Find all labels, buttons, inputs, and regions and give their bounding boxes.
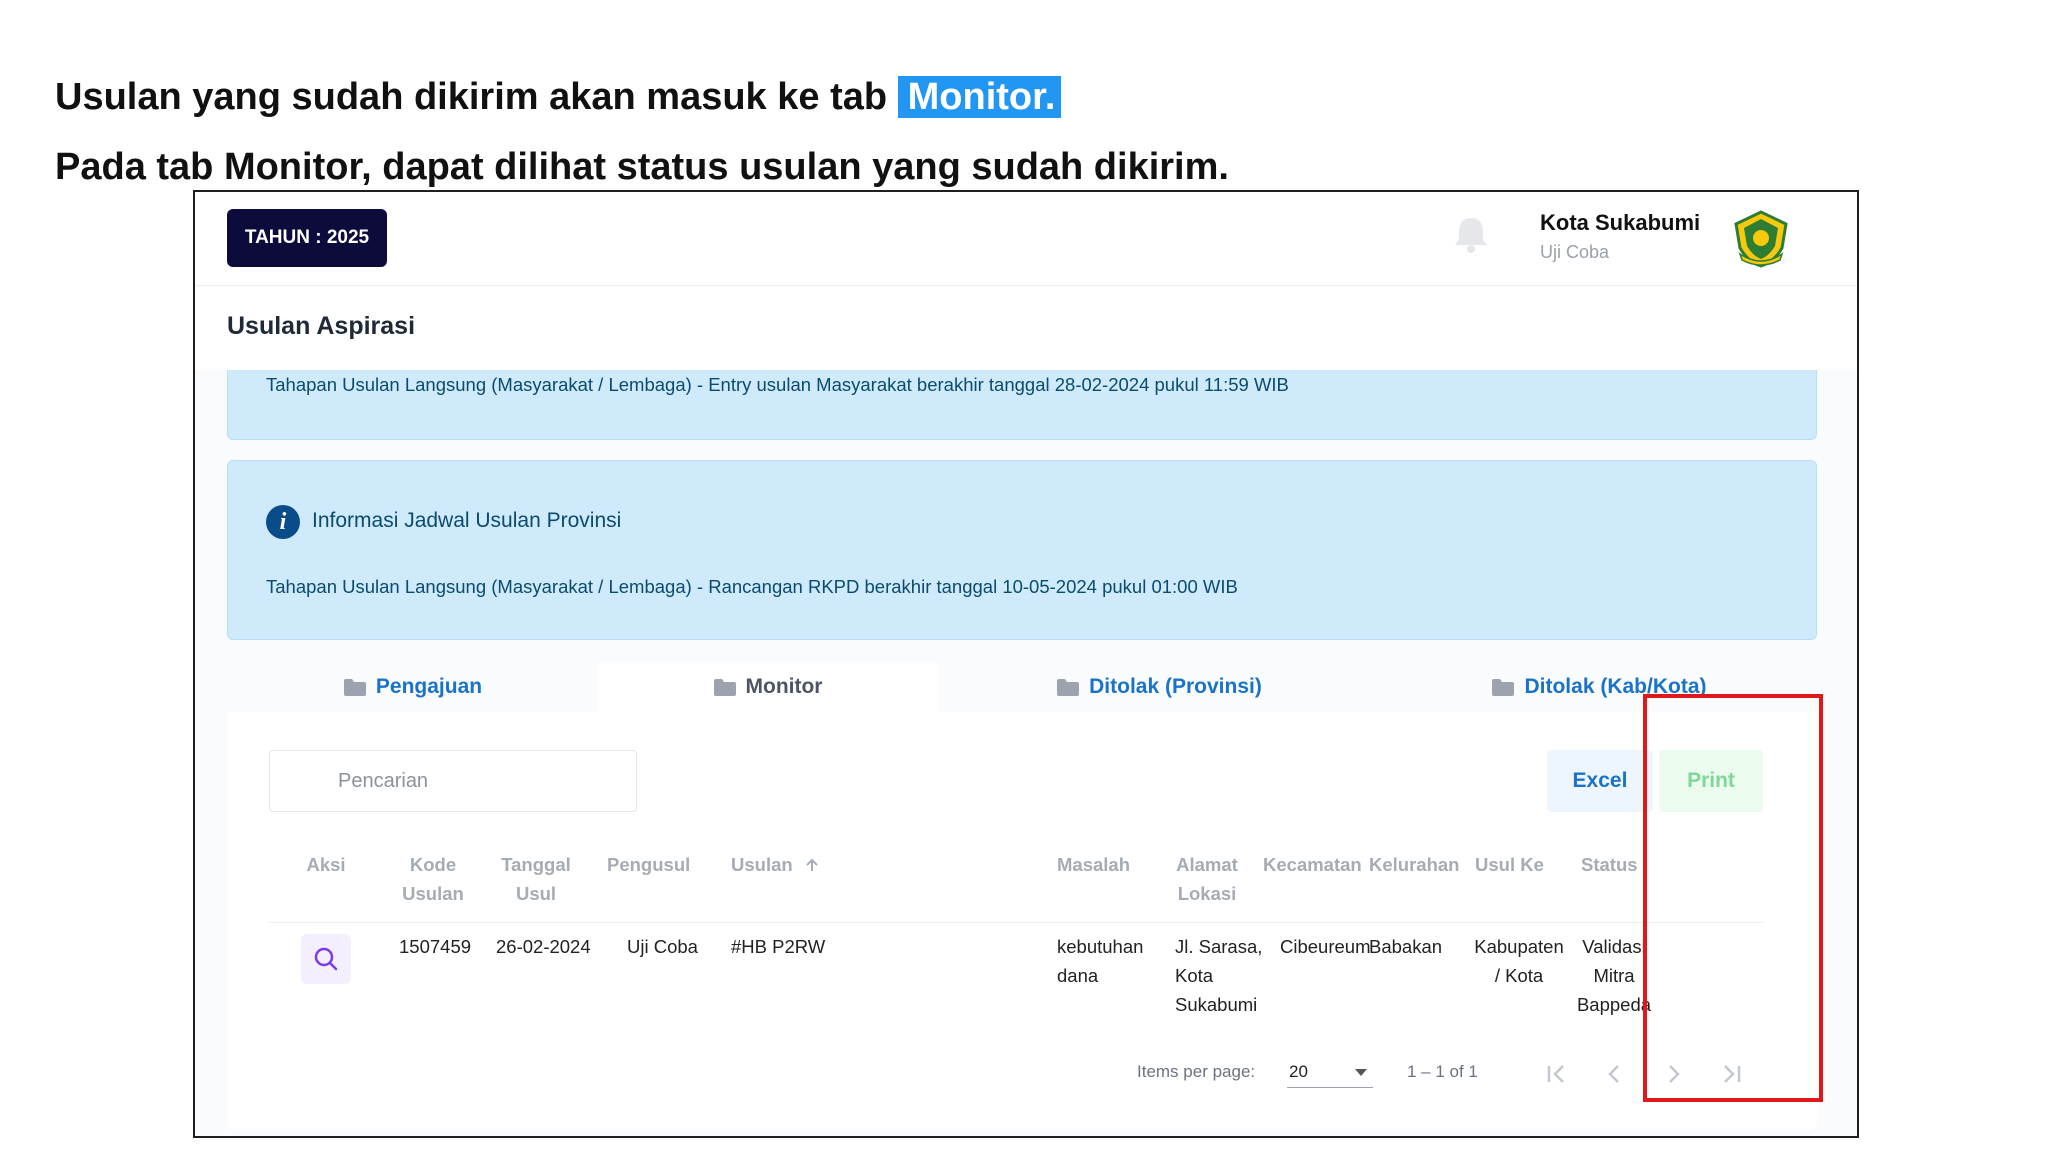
cell-usul-ke: Kabupaten / Kota	[1467, 932, 1571, 990]
tab-label: Pengajuan	[375, 675, 483, 698]
excel-button[interactable]: Excel	[1547, 750, 1653, 812]
tab-label: Monitor	[745, 675, 823, 698]
monitor-panel: Excel Print Aksi Kode Usulan Tanggal Usu…	[227, 712, 1817, 1130]
header-status[interactable]: Status	[1581, 850, 1638, 879]
header-kode-usulan[interactable]: Kode Usulan	[393, 850, 473, 908]
folder-icon	[1492, 678, 1515, 696]
cell-kode-usulan: 1507459	[399, 936, 472, 957]
cell-usulan: #HB P2RW	[731, 936, 826, 957]
cell-alamat-line-3: Sukabumi	[1175, 994, 1258, 1015]
tab-label: Ditolak (Provinsi)	[1089, 675, 1262, 698]
instruction-line-1: Usulan yang sudah dikirim akan masuk ke …	[55, 72, 1062, 122]
notice-province-text: Tahapan Usulan Langsung (Masyarakat / Le…	[266, 576, 1238, 597]
header-divider	[269, 922, 1763, 923]
tab-bar: Pengajuan Monitor Ditolak (Provinsi) Dit…	[227, 662, 1817, 712]
cell-alamat: Jl. Sarasa, Kota Sukabumi	[1175, 932, 1262, 1019]
first-page-icon	[1547, 1065, 1564, 1083]
cell-usul-ke-line-1: Kabupaten	[1474, 936, 1564, 957]
notice-province-schedule: i Informasi Jadwal Usulan Provinsi Tahap…	[227, 460, 1817, 640]
user-name: Kota Sukabumi	[1540, 210, 1701, 235]
header-alamat-lokasi-line-2: Lokasi	[1177, 883, 1237, 904]
chevron-down-icon	[1355, 1069, 1367, 1076]
folder-icon	[1057, 678, 1080, 696]
header-kelurahan[interactable]: Kelurahan	[1369, 850, 1459, 879]
instruction-highlight: Monitor.	[897, 76, 1062, 118]
cell-kecamatan: Cibeureum	[1280, 936, 1371, 957]
first-page-button[interactable]	[1537, 1054, 1577, 1094]
view-button[interactable]	[301, 934, 351, 984]
sort-ascending-icon	[806, 858, 818, 871]
header-kode-usulan-line-1: Kode	[409, 854, 457, 875]
header-tanggal-usul[interactable]: Tanggal Usul	[491, 850, 581, 908]
header-alamat-lokasi[interactable]: Alamat Lokasi	[1167, 850, 1247, 908]
search-input[interactable]	[269, 750, 637, 812]
header-kecamatan[interactable]: Kecamatan	[1263, 850, 1362, 879]
tab-monitor[interactable]: Monitor	[599, 662, 937, 712]
cell-masalah: kebutuhan dana	[1057, 932, 1143, 990]
notice-entry-text: Tahapan Usulan Langsung (Masyarakat / Le…	[266, 374, 1289, 395]
tab-pengajuan[interactable]: Pengajuan	[227, 662, 599, 712]
top-bar: TAHUN : 2025 Kota Sukabumi Uji Coba	[195, 192, 1857, 286]
search-icon	[314, 947, 338, 971]
header-alamat-lokasi-line-1: Alamat	[1176, 854, 1238, 875]
cell-kelurahan: Babakan	[1369, 936, 1443, 957]
instruction-line-2: Pada tab Monitor, dapat dilihat status u…	[55, 146, 1229, 188]
prev-page-button[interactable]	[1595, 1054, 1635, 1094]
notice-province-title: Informasi Jadwal Usulan Provinsi	[312, 509, 622, 532]
pagination-range: 1 – 1 of 1	[1407, 1062, 1478, 1081]
header-kode-usulan-line-2: Usulan	[402, 883, 464, 904]
cell-alamat-line-2: Kota	[1175, 965, 1214, 986]
folder-icon	[343, 678, 366, 696]
info-icon: i	[266, 505, 300, 539]
page-title: Usulan Aspirasi	[227, 312, 416, 340]
items-per-page-value: 20	[1289, 1062, 1308, 1081]
header-pengusul[interactable]: Pengusul	[607, 850, 690, 879]
app-window: TAHUN : 2025 Kota Sukabumi Uji Coba Usul…	[193, 190, 1859, 1138]
notice-entry-deadline: Tahapan Usulan Langsung (Masyarakat / Le…	[227, 370, 1817, 440]
header-usul-ke[interactable]: Usul Ke	[1475, 850, 1544, 879]
header-masalah[interactable]: Masalah	[1057, 850, 1130, 879]
folder-icon	[713, 678, 736, 696]
cell-alamat-line-1: Jl. Sarasa,	[1175, 936, 1263, 957]
tab-ditolak-provinsi[interactable]: Ditolak (Provinsi)	[937, 662, 1382, 712]
user-subtitle: Uji Coba	[1540, 242, 1610, 262]
header-tanggal-usul-line-1: Tanggal	[501, 854, 571, 875]
bell-icon[interactable]	[1448, 212, 1494, 258]
year-badge[interactable]: TAHUN : 2025	[227, 209, 387, 267]
header-aksi: Aksi	[306, 854, 346, 875]
instruction-line-1-text: Usulan yang sudah dikirim akan masuk ke …	[55, 76, 898, 118]
title-bar	[195, 286, 1857, 370]
cell-tanggal-usul: 26-02-2024	[496, 936, 591, 957]
items-per-page-select[interactable]: 20	[1287, 1058, 1373, 1088]
items-per-page-label: Items per page:	[1137, 1062, 1256, 1081]
cell-masalah-line-1: kebutuhan	[1057, 936, 1144, 957]
cell-pengusul: Uji Coba	[627, 936, 698, 957]
cell-usul-ke-line-2: / Kota	[1494, 965, 1544, 986]
cell-masalah-line-2: dana	[1057, 965, 1099, 986]
header-tanggal-usul-line-2: Usul	[515, 883, 557, 904]
header-usulan[interactable]: Usulan	[731, 850, 820, 879]
status-highlight-box	[1643, 694, 1823, 1102]
prev-page-icon	[1608, 1065, 1619, 1083]
header-usulan-label: Usulan	[731, 854, 793, 875]
city-emblem-icon	[1728, 206, 1794, 272]
